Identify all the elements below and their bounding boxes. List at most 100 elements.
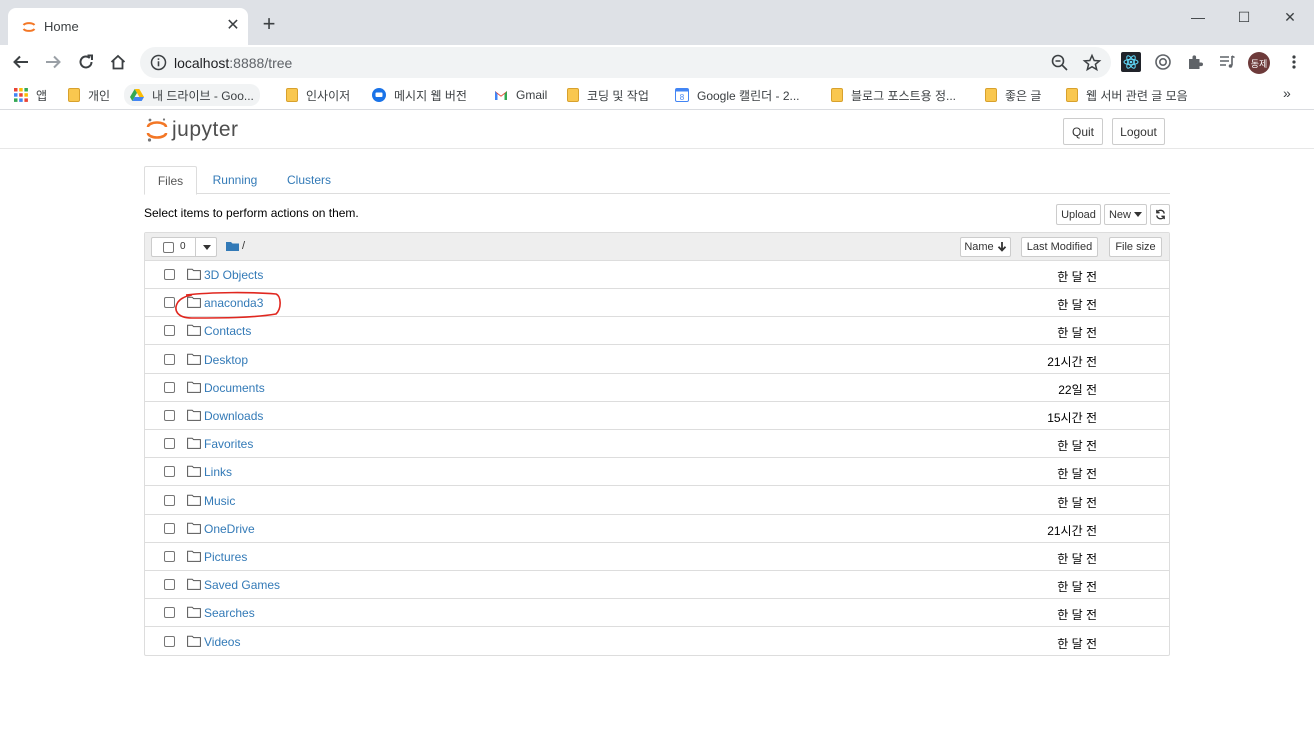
row-checkbox[interactable]: [164, 635, 175, 647]
bookmark-folder-insider[interactable]: 인사이저: [286, 86, 350, 104]
logout-button[interactable]: Logout: [1112, 118, 1165, 145]
bookmark-star-icon[interactable]: [1082, 53, 1102, 73]
file-row[interactable]: Saved Games 한 달 전: [145, 571, 1169, 600]
caret-down-icon[interactable]: [203, 245, 211, 250]
sort-file-size-button[interactable]: File size: [1109, 237, 1162, 257]
row-checkbox[interactable]: [164, 353, 175, 365]
row-checkbox[interactable]: [164, 607, 175, 619]
row-checkbox[interactable]: [164, 410, 175, 421]
new-dropdown-button[interactable]: New: [1104, 204, 1147, 225]
file-row[interactable]: OneDrive 21시간 전: [145, 515, 1169, 543]
file-name-link[interactable]: Desktop: [204, 353, 248, 367]
bookmark-google-drive[interactable]: 내 드라이브 - Goo...: [124, 84, 260, 106]
forward-button[interactable]: [40, 49, 66, 75]
sort-last-modified-button[interactable]: Last Modified: [1021, 237, 1098, 257]
file-row[interactable]: Searches 한 달 전: [145, 599, 1169, 628]
chrome-menu-icon[interactable]: [1283, 51, 1305, 73]
reload-button[interactable]: [73, 49, 99, 75]
file-last-modified: 21시간 전: [1047, 523, 1097, 538]
file-row[interactable]: anaconda3 한 달 전: [145, 289, 1169, 318]
divider: [195, 238, 196, 256]
window-close-icon[interactable]: ✕: [1278, 6, 1302, 28]
row-checkbox[interactable]: [164, 381, 175, 393]
folder-icon: [831, 88, 843, 102]
file-row[interactable]: Music 한 달 전: [145, 487, 1169, 515]
row-checkbox[interactable]: [164, 297, 175, 309]
file-name-link[interactable]: OneDrive: [204, 522, 255, 536]
file-row[interactable]: Contacts 한 달 전: [145, 317, 1169, 346]
zoom-icon[interactable]: [1050, 53, 1070, 73]
file-name-link[interactable]: anaconda3: [204, 296, 263, 310]
media-queue-icon[interactable]: [1216, 51, 1238, 73]
file-name-link[interactable]: Downloads: [204, 409, 263, 423]
minimize-icon[interactable]: —: [1186, 6, 1210, 28]
file-name-link[interactable]: Links: [204, 465, 232, 479]
file-row[interactable]: Links 한 달 전: [145, 458, 1169, 487]
folder-icon: [187, 607, 201, 619]
info-icon[interactable]: [150, 54, 167, 71]
file-row[interactable]: Desktop 21시간 전: [145, 346, 1169, 374]
bookmark-messages-web[interactable]: 메시지 웹 버전: [372, 86, 467, 104]
upload-button[interactable]: Upload: [1056, 204, 1101, 225]
file-name-link[interactable]: Pictures: [204, 550, 247, 564]
bookmark-folder-personal[interactable]: 개인: [68, 86, 110, 104]
bookmarks-overflow-button[interactable]: »: [1283, 85, 1291, 101]
file-name-link[interactable]: Favorites: [204, 437, 253, 451]
tab-files[interactable]: Files: [144, 166, 197, 195]
browser-tab-home[interactable]: Home ✕: [8, 8, 248, 45]
file-row[interactable]: 3D Objects 한 달 전: [145, 261, 1169, 289]
folder-icon: [1066, 88, 1078, 102]
row-checkbox[interactable]: [164, 522, 175, 534]
sort-name-button[interactable]: Name: [960, 237, 1011, 257]
row-checkbox[interactable]: [164, 494, 175, 506]
tab-running[interactable]: Running: [201, 166, 269, 194]
file-row[interactable]: Downloads 15시간 전: [145, 402, 1169, 430]
file-name-link[interactable]: Searches: [204, 606, 255, 620]
row-checkbox[interactable]: [164, 579, 175, 591]
file-row[interactable]: Documents 22일 전: [145, 374, 1169, 402]
extensions-puzzle-icon[interactable]: [1184, 51, 1206, 73]
jupyter-logo[interactable]: jupyter: [146, 117, 239, 143]
select-all-control[interactable]: 0: [151, 237, 217, 257]
row-checkbox[interactable]: [164, 438, 175, 450]
file-name-link[interactable]: 3D Objects: [204, 268, 263, 282]
file-row[interactable]: Favorites 한 달 전: [145, 430, 1169, 459]
back-button[interactable]: [8, 49, 34, 75]
bookmark-folder-web-server[interactable]: 웹 서버 관련 글 모음: [1066, 86, 1188, 104]
bookmark-apps[interactable]: 앱: [14, 86, 47, 104]
file-row[interactable]: Videos 한 달 전: [145, 628, 1169, 656]
file-last-modified: 한 달 전: [1057, 580, 1097, 595]
bookmark-google-calendar[interactable]: 8 Google 캘린더 - 2...: [675, 86, 800, 104]
tab-clusters[interactable]: Clusters: [275, 166, 343, 194]
file-name-link[interactable]: Contacts: [204, 324, 251, 338]
profile-avatar[interactable]: 동제: [1248, 52, 1270, 74]
address-bar[interactable]: localhost:8888/tree: [140, 47, 1111, 78]
row-checkbox[interactable]: [164, 551, 175, 562]
quit-button[interactable]: Quit: [1063, 118, 1103, 145]
react-devtools-icon[interactable]: [1120, 51, 1142, 73]
row-checkbox[interactable]: [164, 466, 175, 478]
home-button[interactable]: [105, 49, 131, 75]
file-name-link[interactable]: Videos: [204, 635, 240, 649]
tab-close-icon[interactable]: ✕: [224, 17, 242, 35]
maximize-icon[interactable]: ☐: [1232, 6, 1256, 28]
folder-home-icon[interactable]: [226, 241, 239, 251]
bookmark-folder-good-posts[interactable]: 좋은 글: [985, 86, 1041, 104]
file-name-link[interactable]: Saved Games: [204, 578, 280, 592]
select-all-checkbox[interactable]: [163, 242, 174, 253]
row-checkbox[interactable]: [164, 269, 175, 280]
folder-icon: [187, 296, 201, 309]
bookmark-folder-blog[interactable]: 블로그 포스트용 정...: [831, 86, 956, 104]
bookmark-folder-coding[interactable]: 코딩 및 작업: [567, 86, 649, 104]
bookmark-gmail[interactable]: Gmail: [494, 86, 547, 104]
extension-circle-icon[interactable]: [1152, 51, 1174, 73]
file-row[interactable]: Pictures 한 달 전: [145, 543, 1169, 571]
bookmarks-bar: 앱 개인 내 드라이브 - Goo... 인사이저 메시지 웹 버전 Gmail…: [0, 80, 1314, 110]
file-last-modified: 한 달 전: [1057, 495, 1097, 510]
file-name-link[interactable]: Music: [204, 494, 235, 508]
breadcrumb-path[interactable]: /: [242, 240, 245, 252]
refresh-button[interactable]: [1150, 204, 1170, 225]
new-tab-button[interactable]: +: [258, 13, 280, 35]
file-name-link[interactable]: Documents: [204, 381, 265, 395]
row-checkbox[interactable]: [164, 325, 175, 337]
